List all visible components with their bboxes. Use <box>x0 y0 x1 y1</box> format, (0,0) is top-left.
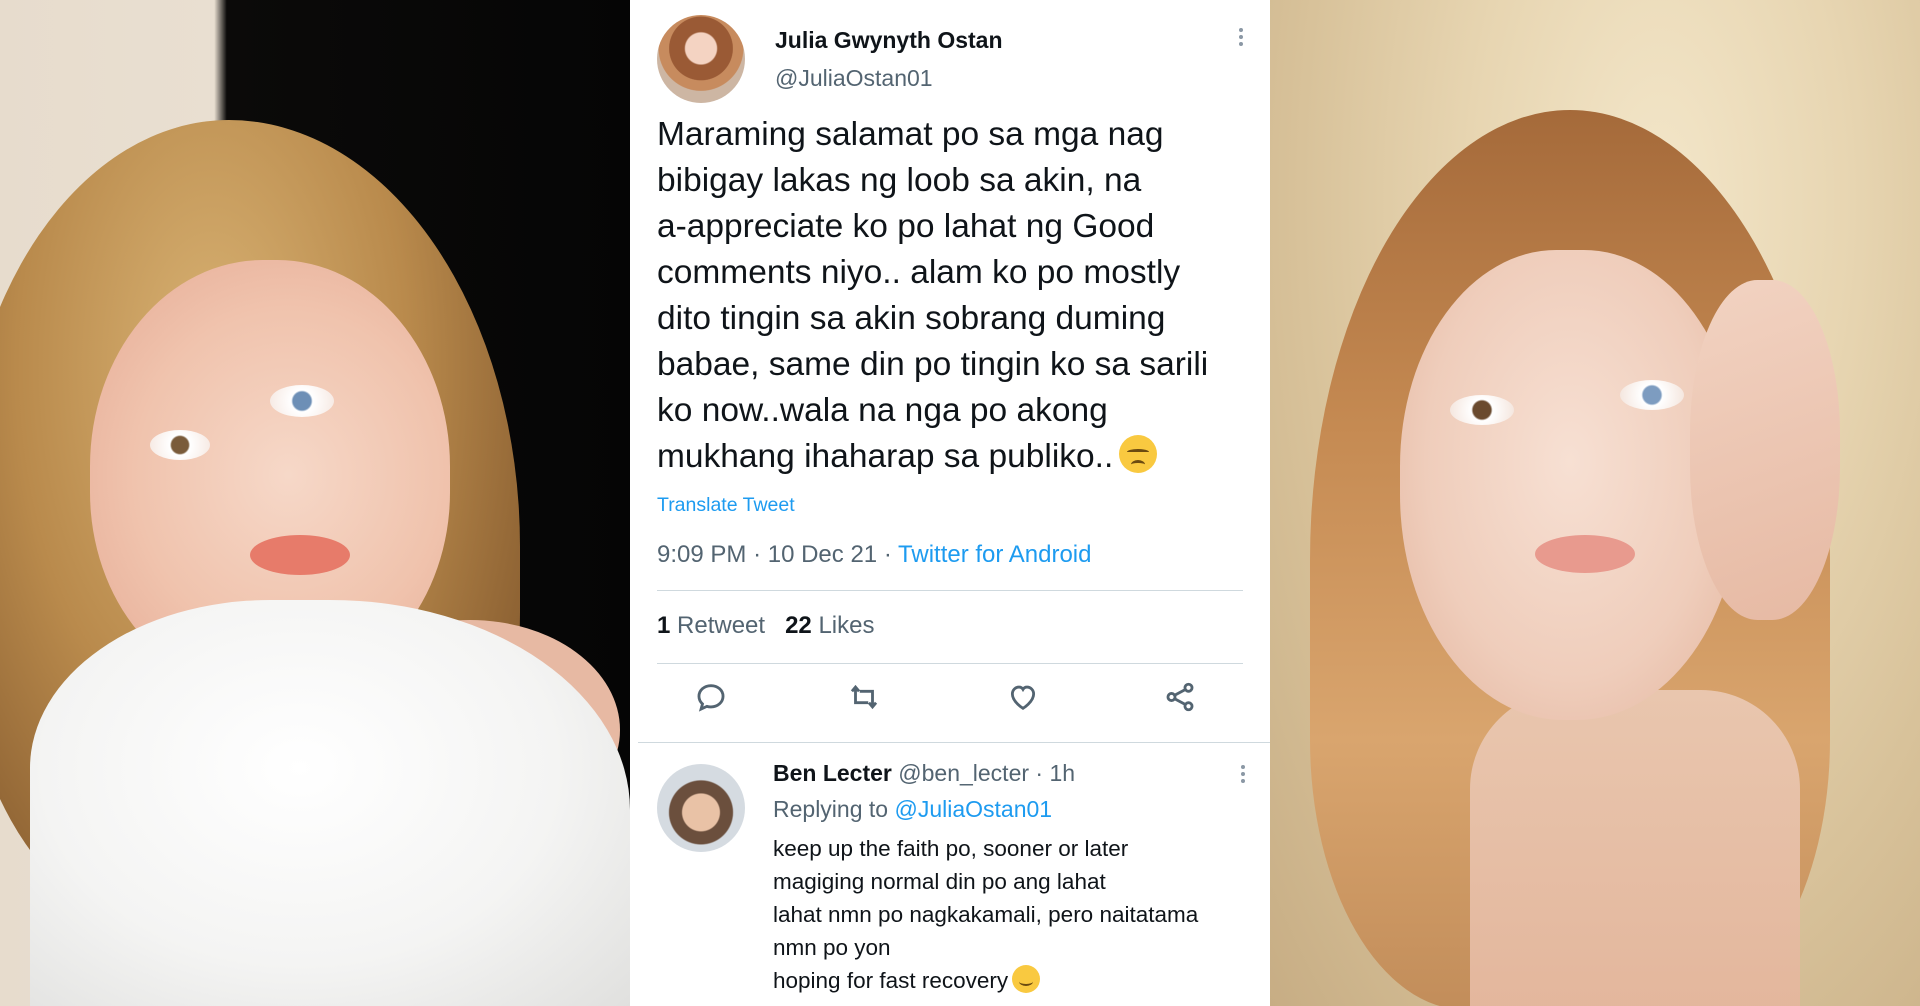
reply-text-line: hoping for fast recovery <box>773 964 1253 997</box>
divider <box>657 590 1243 591</box>
lips <box>250 535 350 575</box>
likes-label: Likes <box>818 612 875 639</box>
pensive-emoji-icon <box>1119 435 1158 473</box>
author-avatar[interactable] <box>657 15 745 103</box>
tweet-card: Julia Gwynyth Ostan @JuliaOstan01 Marami… <box>630 0 1270 1006</box>
eye <box>150 430 210 460</box>
tweet-text-line: dito tingin sa akin sobrang duming <box>657 300 1166 337</box>
tweet-stats: 1 Retweet 22 Likes <box>657 612 874 640</box>
face <box>1400 250 1740 720</box>
reply-age[interactable]: 1h <box>1049 760 1075 786</box>
tweet-text-line: Maraming salamat po sa mga nag <box>657 116 1164 153</box>
divider <box>657 663 1243 664</box>
retweet-label: Retweet <box>677 612 766 639</box>
eye <box>1620 380 1684 410</box>
reply-author-name[interactable]: Ben Lecter <box>773 760 892 786</box>
hand <box>1690 280 1840 620</box>
tweet-text-line: mukhang ihaharap sa publiko.. <box>657 434 1257 480</box>
divider <box>638 742 1270 743</box>
translate-link[interactable]: Translate Tweet <box>657 494 795 517</box>
neck <box>1470 690 1800 1006</box>
tweet-text-line: ko now..wala na nga po akong <box>657 392 1108 429</box>
eye <box>270 385 334 417</box>
reply-text-line: lahat nmn po nagkakamali, pero naitatama <box>773 902 1199 927</box>
retweet-stat[interactable]: 1 Retweet <box>657 612 765 639</box>
reply-text-line: magiging normal din po ang lahat <box>773 869 1106 894</box>
tweet-time[interactable]: 9:09 PM <box>657 541 746 568</box>
share-icon[interactable] <box>1163 680 1203 720</box>
tweet-text: Maraming salamat po sa mga nag bibigay l… <box>657 112 1257 480</box>
tweet-header: Julia Gwynyth Ostan @JuliaOstan01 <box>657 15 1257 105</box>
likes-count: 22 <box>785 612 812 639</box>
reply-header: Ben Lecter @ben_lecter · 1h <box>773 760 1075 787</box>
retweet-count: 1 <box>657 612 671 639</box>
tweet-source[interactable]: Twitter for Android <box>898 541 1091 568</box>
likes-stat[interactable]: 22 Likes <box>785 612 874 639</box>
reply-text-last: hoping for fast recovery <box>773 968 1009 993</box>
reply-tweet[interactable]: Ben Lecter @ben_lecter · 1h Replying to … <box>657 760 1257 1006</box>
reply-text: keep up the faith po, sooner or later ma… <box>773 832 1253 997</box>
tweet-text-line: babae, same din po tingin ko sa sarili <box>657 346 1209 383</box>
more-icon[interactable] <box>1235 762 1251 792</box>
reply-text-line: keep up the faith po, sooner or later <box>773 836 1129 861</box>
eye <box>1450 395 1514 425</box>
left-photo <box>0 0 630 1006</box>
tweet-date[interactable]: 10 Dec 21 <box>768 541 877 568</box>
replying-label: Replying to <box>773 796 889 822</box>
tweet-text-line: comments niyo.. alam ko po mostly <box>657 254 1181 291</box>
author-name[interactable]: Julia Gwynyth Ostan <box>775 27 1003 54</box>
reply-avatar[interactable] <box>657 764 745 852</box>
action-bar <box>657 680 1243 726</box>
tweet-text-line: a-appreciate ko po lahat ng Good <box>657 208 1155 245</box>
retweet-icon[interactable] <box>847 680 887 720</box>
towel <box>30 600 630 1006</box>
replying-mention[interactable]: @JuliaOstan01 <box>894 796 1052 822</box>
tweet-meta: 9:09 PM · 10 Dec 21 · Twitter for Androi… <box>657 541 1091 569</box>
lips <box>1535 535 1635 573</box>
reply-author-handle[interactable]: @ben_lecter <box>898 760 1029 786</box>
tweet-text-line: bibigay lakas ng loob sa akin, na <box>657 162 1142 199</box>
smile-emoji-icon <box>1012 965 1041 993</box>
replying-to: Replying to @JuliaOstan01 <box>773 796 1052 823</box>
reply-text-line: nmn po yon <box>773 935 891 960</box>
more-icon[interactable] <box>1233 25 1249 55</box>
meta-separator: · <box>753 541 768 568</box>
heart-icon[interactable] <box>1006 680 1046 720</box>
author-handle[interactable]: @JuliaOstan01 <box>775 65 933 92</box>
meta-separator: · <box>883 541 899 568</box>
reply-icon[interactable] <box>694 680 734 720</box>
tweet-text-last: mukhang ihaharap sa publiko.. <box>657 438 1114 475</box>
meta-separator: · <box>1029 760 1050 786</box>
